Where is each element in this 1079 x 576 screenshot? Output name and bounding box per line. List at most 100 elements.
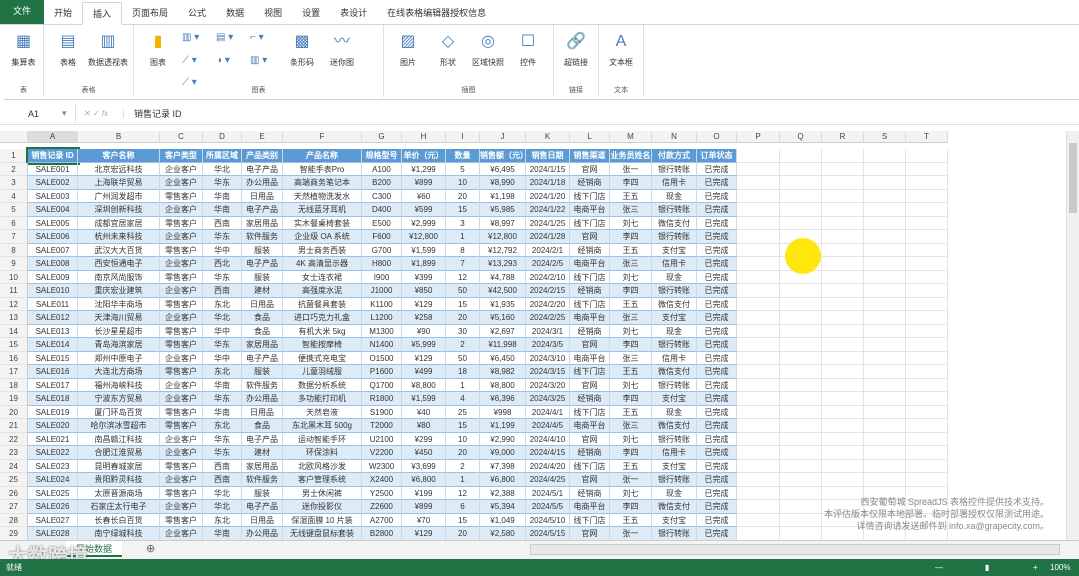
cell[interactable] (780, 189, 822, 203)
cell[interactable]: 男士休闲裤 (283, 486, 362, 500)
cell[interactable] (864, 338, 906, 352)
row-header[interactable]: 1 (0, 149, 28, 163)
cell[interactable]: 2024/3/5 (526, 338, 570, 352)
cell[interactable] (737, 176, 780, 190)
table-header[interactable]: 销售日期 (526, 149, 570, 163)
cell[interactable]: 华北 (203, 500, 242, 514)
cell[interactable] (737, 405, 780, 419)
cell[interactable]: Q1700 (362, 378, 402, 392)
cell[interactable] (822, 378, 864, 392)
cell[interactable]: 华东 (203, 446, 242, 460)
cell[interactable] (737, 446, 780, 460)
cell[interactable]: SALE003 (28, 189, 78, 203)
cell[interactable]: 3 (446, 216, 480, 230)
cell[interactable]: 日用品 (242, 405, 283, 419)
cell[interactable]: ¥499 (402, 365, 446, 379)
cell[interactable]: ¥6,800 (402, 473, 446, 487)
cell[interactable]: 已完成 (697, 486, 737, 500)
cell[interactable] (906, 378, 948, 392)
column-header[interactable]: L (570, 131, 610, 143)
cell[interactable]: 日用品 (242, 513, 283, 527)
cell[interactable] (737, 392, 780, 406)
cell[interactable]: SALE009 (28, 270, 78, 284)
cell[interactable]: 王五 (610, 189, 652, 203)
cell[interactable]: 华北 (203, 311, 242, 325)
table-header[interactable]: 所属区域 (203, 149, 242, 163)
cell[interactable]: 2024/5/5 (526, 500, 570, 514)
cell[interactable] (780, 338, 822, 352)
cell[interactable]: 张三 (610, 257, 652, 271)
column-header[interactable]: H (402, 131, 446, 143)
cell[interactable]: 软件服务 (242, 230, 283, 244)
cell[interactable]: 已完成 (697, 459, 737, 473)
cell[interactable]: 食品 (242, 419, 283, 433)
cell[interactable]: 华东 (203, 432, 242, 446)
cell[interactable]: 李四 (610, 500, 652, 514)
cell[interactable]: 零售客户 (160, 324, 203, 338)
cell[interactable]: 张三 (610, 203, 652, 217)
cell[interactable]: 微信支付 (652, 365, 697, 379)
cell[interactable]: 厦门环岛百货 (78, 405, 160, 419)
table-header[interactable]: 数量 (446, 149, 480, 163)
cell[interactable]: 2024/3/10 (526, 351, 570, 365)
cell[interactable]: 微信支付 (652, 500, 697, 514)
cell[interactable]: 北京宏远科技 (78, 162, 160, 176)
cell[interactable]: 已完成 (697, 243, 737, 257)
cell[interactable] (737, 324, 780, 338)
cell[interactable]: Z2600 (362, 500, 402, 514)
cell[interactable]: 便携式充电宝 (283, 351, 362, 365)
cell[interactable]: 企业客户 (160, 392, 203, 406)
cell[interactable]: 大连北方商场 (78, 365, 160, 379)
cell[interactable]: 官网 (570, 432, 610, 446)
cell[interactable]: 企业客户 (160, 257, 203, 271)
cell[interactable]: 李四 (610, 392, 652, 406)
cell[interactable]: 零售客户 (160, 270, 203, 284)
cell[interactable] (864, 405, 906, 419)
cell[interactable]: 南京风尚服饰 (78, 270, 160, 284)
cell[interactable] (906, 149, 948, 163)
cell[interactable]: 官网 (570, 162, 610, 176)
cell[interactable]: 官网 (570, 338, 610, 352)
cell[interactable]: 华东 (203, 392, 242, 406)
cell[interactable] (737, 284, 780, 298)
cell[interactable]: ¥399 (402, 270, 446, 284)
cell[interactable]: 已完成 (697, 500, 737, 514)
cell[interactable]: ¥9,000 (480, 446, 526, 460)
cell[interactable] (737, 149, 780, 163)
cell[interactable]: 华中 (203, 324, 242, 338)
cell[interactable]: SALE013 (28, 324, 78, 338)
cell[interactable]: 线下门店 (570, 405, 610, 419)
cell[interactable] (737, 419, 780, 433)
cell[interactable]: 2024/2/5 (526, 257, 570, 271)
cell[interactable]: V2200 (362, 446, 402, 460)
cell[interactable]: ¥2,990 (480, 432, 526, 446)
cell[interactable] (822, 176, 864, 190)
cell[interactable]: 30 (446, 324, 480, 338)
cell[interactable]: ¥12,792 (480, 243, 526, 257)
cell[interactable] (737, 500, 780, 514)
cell[interactable] (864, 230, 906, 244)
cell[interactable]: 李四 (610, 338, 652, 352)
cell[interactable]: ¥5,985 (480, 203, 526, 217)
cell[interactable]: 官网 (570, 230, 610, 244)
cell[interactable] (737, 378, 780, 392)
cell[interactable] (737, 473, 780, 487)
cell[interactable]: 有机大米 5kg (283, 324, 362, 338)
cell[interactable] (737, 189, 780, 203)
cell[interactable]: 西安恒通电子 (78, 257, 160, 271)
cell[interactable]: 官网 (570, 473, 610, 487)
cell[interactable]: 银行转账 (652, 378, 697, 392)
cell[interactable]: SALE025 (28, 486, 78, 500)
row-header[interactable]: 13 (0, 311, 28, 325)
row-header[interactable]: 18 (0, 378, 28, 392)
cell[interactable] (906, 351, 948, 365)
cell[interactable]: 电子产品 (242, 432, 283, 446)
cell[interactable]: 服装 (242, 365, 283, 379)
cell[interactable]: 软件服务 (242, 473, 283, 487)
column-header[interactable]: C (160, 131, 203, 143)
table-header[interactable]: 客户名称 (78, 149, 160, 163)
cell[interactable] (906, 230, 948, 244)
cell[interactable]: 零售客户 (160, 243, 203, 257)
cell[interactable] (864, 216, 906, 230)
vertical-scrollbar[interactable] (1066, 131, 1079, 540)
